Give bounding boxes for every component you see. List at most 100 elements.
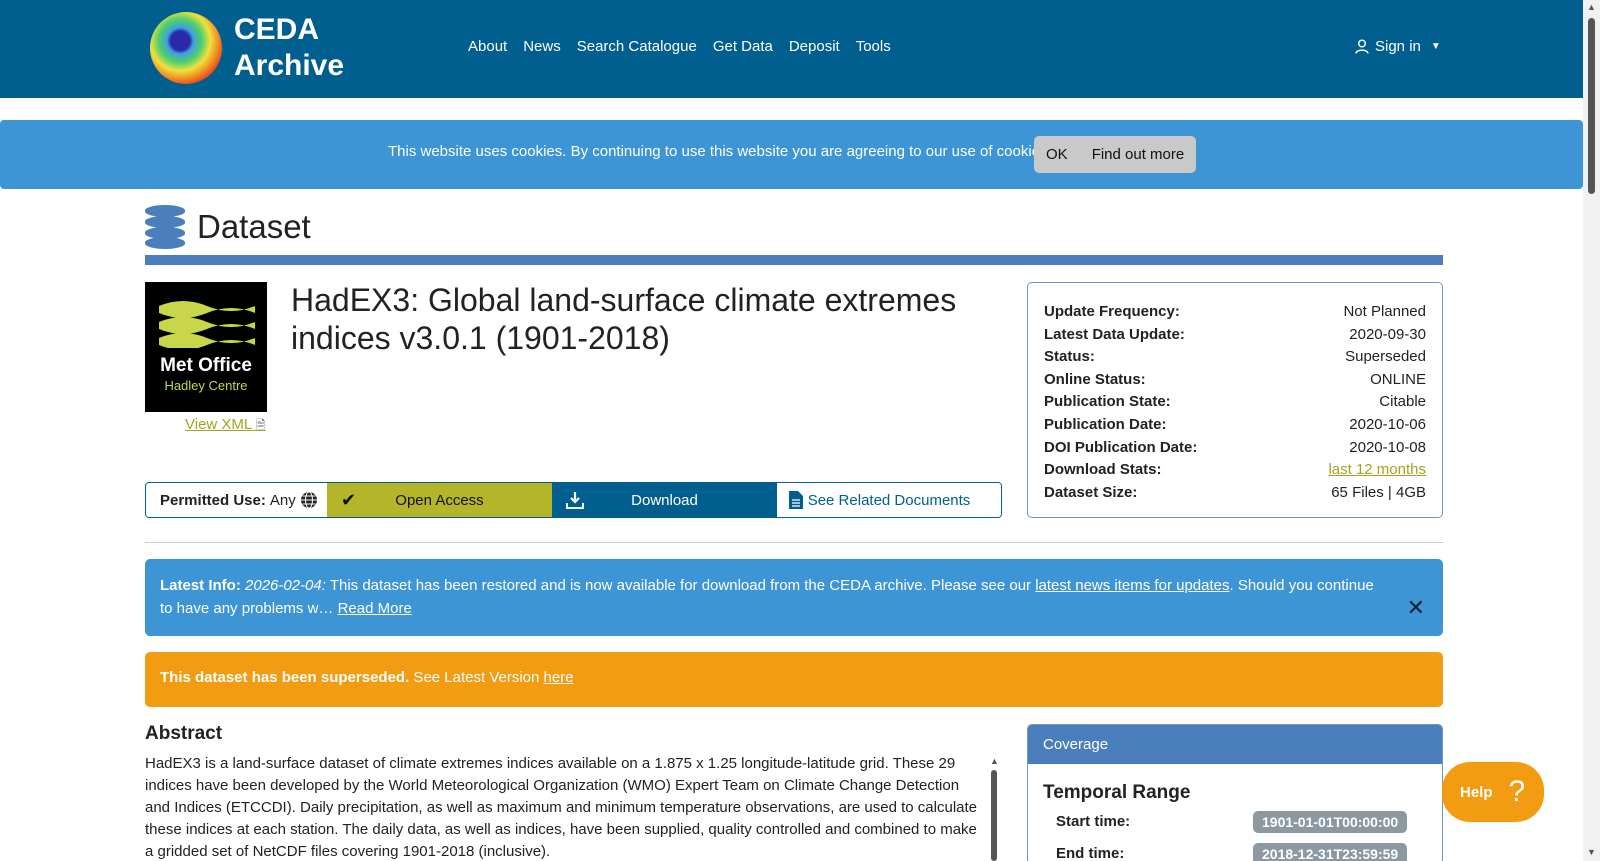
end-time-row: End time: 2018-12-31T23:59:59 <box>1028 836 1442 861</box>
related-documents-label: See Related Documents <box>807 491 971 509</box>
nav-about[interactable]: About <box>468 38 507 55</box>
abstract-body: HadEX3 is a land-surface dataset of clim… <box>145 755 978 860</box>
info-row: Update Frequency: Not Planned <box>1044 301 1426 324</box>
ceda-logo[interactable]: CEDA Archive <box>150 12 344 84</box>
read-more-link[interactable]: Read More <box>338 600 412 617</box>
page-title: Dataset <box>197 208 311 245</box>
permitted-use-label: Permitted Use: <box>160 491 266 509</box>
heading-divider <box>145 255 1443 265</box>
nav-links: About News Search Catalogue Get Data Dep… <box>468 38 907 55</box>
download-icon <box>566 492 584 509</box>
page-scrollbar[interactable]: ▲ ▼ <box>1583 0 1600 861</box>
superseded-alert: This dataset has been superseded. See La… <box>145 652 1443 707</box>
scroll-up-icon[interactable]: ▲ <box>990 756 999 766</box>
info-value: Not Planned <box>1343 303 1426 320</box>
file-code-icon: 🗎 <box>255 418 266 432</box>
view-xml-label: View XML <box>185 416 252 433</box>
user-icon <box>1355 39 1369 54</box>
info-key: DOI Publication Date: <box>1044 438 1198 456</box>
help-label: Help <box>1460 783 1493 801</box>
latest-info-label: Latest Info: <box>160 577 241 594</box>
info-value: ONLINE <box>1370 370 1426 388</box>
open-access-button[interactable]: ✔ Open Access <box>327 483 552 517</box>
action-bar: Permitted Use: Any ✔ Open Access Downloa… <box>145 482 1002 518</box>
info-value: Superseded <box>1345 348 1426 366</box>
globe-icon <box>300 491 317 509</box>
close-icon[interactable]: ✕ <box>1407 596 1425 619</box>
signin-dropdown[interactable]: Sign in ▼ <box>1355 38 1441 55</box>
dataset-info-box: Update Frequency: Not Planned Latest Data… <box>1027 282 1443 518</box>
abstract-scrollbar[interactable]: ▲ <box>990 756 999 861</box>
navbar: CEDA Archive About News Search Catalogue… <box>0 0 1583 98</box>
permitted-use-value: Any <box>269 491 296 509</box>
help-button[interactable]: Help ? <box>1442 762 1544 822</box>
latest-version-link[interactable]: here <box>544 669 574 686</box>
start-time-label: Start time: <box>1056 813 1131 830</box>
scroll-down-icon[interactable]: ▼ <box>1587 847 1596 857</box>
met-office-name: Met Office <box>160 355 252 376</box>
met-office-logo: Met Office Hadley Centre <box>145 282 267 412</box>
latest-info-alert: Latest Info: 2026-02-04: This dataset ha… <box>145 559 1443 636</box>
info-key: Publication State: <box>1044 393 1171 411</box>
nav-get-data[interactable]: Get Data <box>713 38 773 55</box>
coverage-heading: Coverage <box>1028 725 1442 764</box>
permitted-use: Permitted Use: Any <box>146 483 327 517</box>
scroll-thumb[interactable] <box>991 770 997 861</box>
download-button[interactable]: Download <box>552 483 777 517</box>
nav-search-catalogue[interactable]: Search Catalogue <box>577 38 697 55</box>
superseded-text: See Latest Version <box>409 669 544 686</box>
nav-news[interactable]: News <box>523 38 561 55</box>
check-icon: ✔ <box>341 489 357 510</box>
signin-label: Sign in <box>1375 38 1421 55</box>
info-value: 2020-09-30 <box>1349 325 1426 343</box>
info-value: 2020-10-06 <box>1349 415 1426 433</box>
page-heading: Dataset <box>145 205 311 249</box>
nav-deposit[interactable]: Deposit <box>789 38 840 55</box>
cookie-banner: This website uses cookies. By continuing… <box>0 120 1583 189</box>
temporal-range-heading: Temporal Range <box>1043 782 1191 803</box>
abstract-heading: Abstract <box>145 723 223 744</box>
met-office-sub: Hadley Centre <box>164 378 248 393</box>
cookie-find-out-more-button[interactable]: Find out more <box>1080 146 1197 163</box>
superseded-bold: This dataset has been superseded. <box>160 669 410 686</box>
logo-line2: Archive <box>234 49 345 82</box>
download-stats-link[interactable]: last 12 months <box>1328 459 1426 482</box>
cookie-text: This website uses cookies. By continuing… <box>388 143 1052 160</box>
info-key: Update Frequency: <box>1044 303 1180 320</box>
info-key: Publication Date: <box>1044 415 1167 433</box>
download-label: Download <box>631 491 698 509</box>
info-row: Dataset Size: 65 Files | 4GB <box>1044 482 1426 505</box>
logo-line1: CEDA <box>234 13 320 46</box>
info-key: Dataset Size: <box>1044 483 1138 501</box>
info-key: Online Status: <box>1044 370 1146 388</box>
info-row: Online Status: ONLINE <box>1044 369 1426 392</box>
page-scroll-thumb[interactable] <box>1588 18 1595 194</box>
info-key: Status: <box>1044 348 1095 366</box>
waves-logo-icon <box>159 301 255 348</box>
info-key: Latest Data Update: <box>1044 325 1185 343</box>
latest-info-text1: This dataset has been restored and is no… <box>325 577 1036 594</box>
latest-news-link[interactable]: latest news items for updates <box>1035 577 1229 594</box>
view-xml-link[interactable]: View XML 🗎 <box>185 416 266 437</box>
cookie-ok-button[interactable]: OK <box>1034 146 1080 163</box>
info-row: Download Stats: last 12 months <box>1044 459 1426 482</box>
info-value: 65 Files | 4GB <box>1331 483 1426 501</box>
end-time-badge: 2018-12-31T23:59:59 <box>1253 843 1408 861</box>
section-divider <box>145 542 1443 543</box>
cookie-button-group: OK Find out more <box>1034 136 1197 173</box>
info-row: DOI Publication Date: 2020-10-08 <box>1044 437 1426 460</box>
question-icon: ? <box>1508 775 1526 808</box>
scroll-up-icon[interactable]: ▲ <box>1587 2 1596 12</box>
related-documents-button[interactable]: See Related Documents <box>777 483 1001 517</box>
info-row: Publication State: Citable <box>1044 391 1426 414</box>
start-time-row: Start time: 1901-01-01T00:00:00 <box>1028 804 1442 836</box>
info-row: Publication Date: 2020-10-06 <box>1044 414 1426 437</box>
chevron-down-icon: ▼ <box>1430 41 1441 52</box>
globe-logo-icon <box>150 12 222 84</box>
dataset-title: HadEX3: Global land-surface climate extr… <box>291 282 957 356</box>
latest-info-date: 2026-02-04: <box>245 577 326 594</box>
nav-tools[interactable]: Tools <box>856 38 891 55</box>
coverage-panel: Coverage Temporal Range Start time: 1901… <box>1027 724 1443 861</box>
info-row: Status: Superseded <box>1044 346 1426 369</box>
logo-text: CEDA Archive <box>234 12 344 84</box>
